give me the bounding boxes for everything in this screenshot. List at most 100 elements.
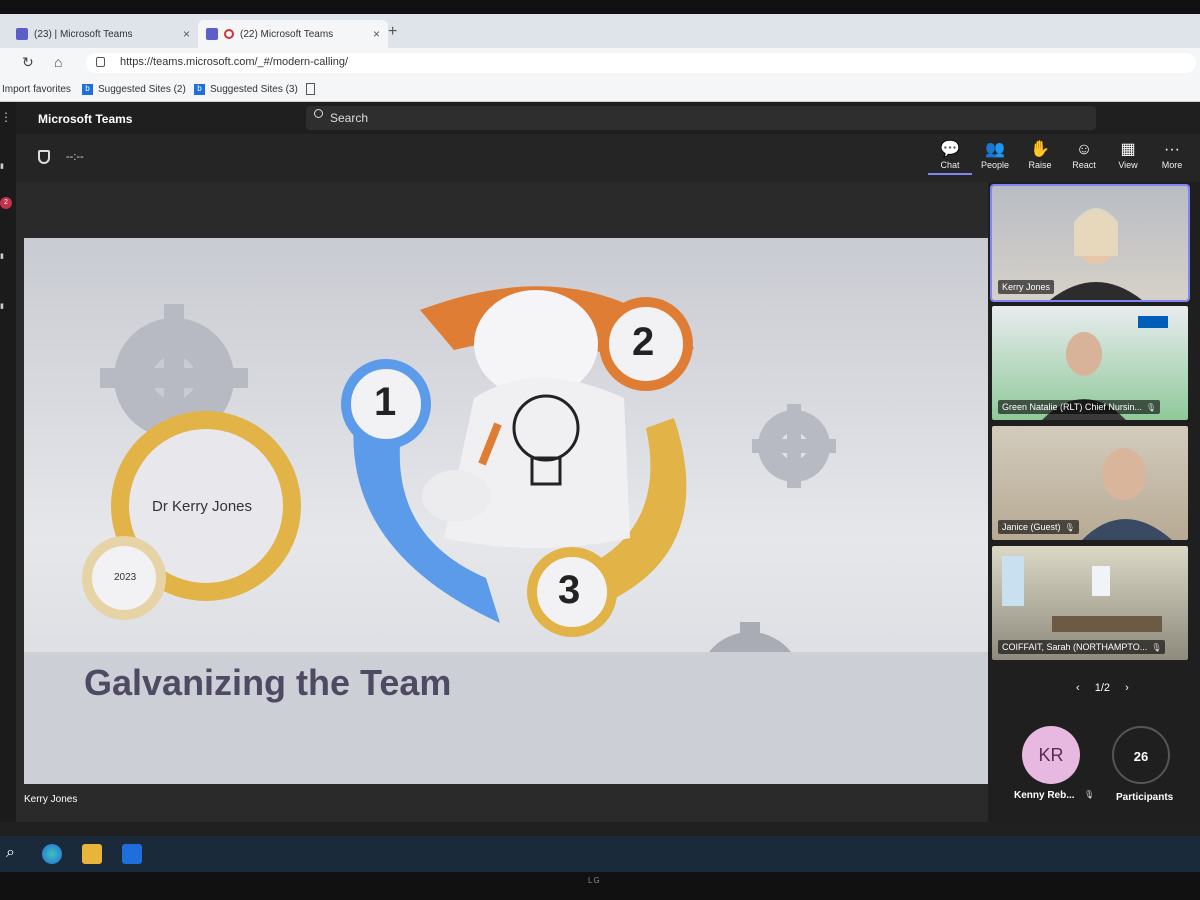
avatar-name: Kenny Reb... bbox=[1014, 790, 1075, 801]
rail-activity-icon[interactable]: ▮ bbox=[0, 162, 4, 170]
people-icon: 👥 bbox=[985, 141, 1005, 158]
meeting-timer: --:-- bbox=[66, 151, 84, 163]
participant-tile[interactable]: Kerry Jones bbox=[990, 184, 1190, 302]
react-button[interactable]: ☺ React bbox=[1062, 140, 1106, 170]
browser-tab-1[interactable]: (23) | Microsoft Teams × bbox=[8, 20, 198, 48]
favorites-bar: Import favorites b Suggested Sites (2) b… bbox=[0, 78, 1200, 102]
search-input[interactable]: Search bbox=[306, 106, 1096, 130]
mic-off-icon: 🎙 bbox=[1145, 403, 1157, 412]
raise-hand-icon: ✋ bbox=[1030, 141, 1050, 158]
mic-off-icon: 🎙 bbox=[1084, 790, 1095, 799]
teams-icon bbox=[206, 28, 218, 40]
search-icon[interactable]: ⌕ bbox=[6, 844, 15, 862]
participant-tile[interactable]: Green Natalie (RLT) Chief Nursin... 🎙 bbox=[992, 306, 1188, 420]
refresh-icon[interactable]: ↻ bbox=[22, 54, 34, 71]
home-icon[interactable]: ⌂ bbox=[54, 54, 62, 70]
tab-close-icon[interactable]: × bbox=[183, 27, 190, 41]
os-taskbar: ⌕ bbox=[0, 836, 1200, 872]
view-button[interactable]: ▦ View bbox=[1106, 140, 1150, 170]
new-tab-button[interactable]: + bbox=[388, 23, 397, 41]
tab-label: (23) | Microsoft Teams bbox=[34, 28, 133, 40]
tab-label: (22) Microsoft Teams bbox=[240, 28, 334, 40]
favorite-import[interactable]: Import favorites bbox=[2, 84, 71, 95]
participant-name: Green Natalie (RLT) Chief Nursin... 🎙 bbox=[998, 400, 1161, 414]
participant-panel: Kerry Jones Green Natalie (RLT) Chief Nu… bbox=[988, 182, 1200, 822]
figure-body bbox=[444, 378, 630, 548]
raise-label: Raise bbox=[1028, 160, 1052, 170]
folder-icon[interactable] bbox=[82, 844, 102, 864]
favorite-suggested-2[interactable]: b Suggested Sites (2) bbox=[82, 84, 186, 95]
presentation-slide: Dr Kerry Jones 2023 1 2 3 Galvanizing th… bbox=[24, 238, 989, 784]
more-icon: ··· bbox=[1164, 141, 1180, 158]
browser-tab-bar: (23) | Microsoft Teams × (22) Microsoft … bbox=[0, 14, 1200, 48]
gallery-pager: ‹ 1/2 › bbox=[1070, 682, 1135, 694]
participant-name-text: Green Natalie (RLT) Chief Nursin... bbox=[1002, 402, 1142, 412]
participant-tile[interactable]: Janice (Guest) 🎙 bbox=[992, 426, 1188, 540]
gear-icon bbox=[752, 404, 836, 488]
react-icon: ☺ bbox=[1075, 141, 1093, 158]
react-label: React bbox=[1072, 160, 1096, 170]
monitor-frame: (23) | Microsoft Teams × (22) Microsoft … bbox=[0, 0, 1200, 900]
participants-label: Participants bbox=[1116, 792, 1174, 803]
more-label: More bbox=[1161, 160, 1183, 170]
address-bar-row: ↻ ⌂ https://teams.microsoft.com/_#/moder… bbox=[0, 48, 1200, 78]
teams-icon bbox=[16, 28, 28, 40]
more-button[interactable]: ··· More bbox=[1150, 140, 1194, 170]
rail-calendar-icon[interactable]: ▮ bbox=[0, 302, 4, 310]
favorite-label: Import favorites bbox=[2, 84, 71, 95]
favorite-label: Suggested Sites (3) bbox=[210, 84, 298, 95]
participant-count[interactable]: 26 bbox=[1112, 726, 1170, 784]
presenter-full-name: Dr Kerry Jones bbox=[152, 498, 253, 515]
people-label: People bbox=[980, 160, 1010, 170]
monitor-logo: LG bbox=[588, 876, 601, 885]
raise-hand-button[interactable]: ✋ Raise bbox=[1018, 140, 1062, 170]
shield-icon[interactable] bbox=[38, 150, 50, 164]
shared-content-stage: Dr Kerry Jones 2023 1 2 3 Galvanizing th… bbox=[16, 182, 989, 822]
page-icon[interactable] bbox=[306, 83, 315, 95]
view-label: View bbox=[1118, 160, 1138, 170]
avatar[interactable]: KR bbox=[1022, 726, 1080, 784]
chat-icon: 💬 bbox=[940, 141, 960, 158]
participant-name: Kerry Jones bbox=[998, 280, 1055, 294]
presenter-label: Kerry Jones bbox=[24, 794, 78, 805]
favorite-suggested-3[interactable]: b Suggested Sites (3) bbox=[194, 84, 298, 95]
chat-label: Chat bbox=[940, 160, 960, 170]
slide-title: Galvanizing the Team bbox=[84, 662, 452, 703]
favorite-label: Suggested Sites (2) bbox=[98, 84, 186, 95]
step-number: 1 bbox=[374, 380, 397, 424]
app-icon[interactable] bbox=[122, 844, 142, 864]
url-field[interactable]: https://teams.microsoft.com/_#/modern-ca… bbox=[86, 53, 1196, 73]
edge-icon[interactable] bbox=[42, 844, 62, 864]
notification-badge: 2 bbox=[0, 197, 12, 209]
bing-icon: b bbox=[82, 84, 93, 95]
more-dots-icon[interactable]: ⋮ bbox=[0, 110, 12, 124]
lock-icon[interactable] bbox=[96, 57, 105, 67]
mic-off-icon: 🎙 bbox=[1151, 643, 1162, 652]
rail-teams-icon[interactable]: ▮ bbox=[0, 252, 4, 260]
meeting-toolbar: --:-- 💬 Chat 👥 People ✋ Raise ☺ React ▦ … bbox=[16, 134, 1200, 182]
tab-close-icon[interactable]: × bbox=[373, 27, 380, 41]
mic-off-icon: 🎙 bbox=[1064, 523, 1075, 532]
teams-header: Microsoft Teams Search bbox=[0, 102, 1200, 134]
search-icon bbox=[314, 109, 323, 118]
bing-icon: b bbox=[194, 84, 205, 95]
recording-icon bbox=[224, 29, 234, 39]
participant-name: COIFFAIT, Sarah (NORTHAMPTO... 🎙 bbox=[998, 640, 1166, 654]
people-button[interactable]: 👥 People bbox=[973, 140, 1017, 170]
screen: (23) | Microsoft Teams × (22) Microsoft … bbox=[0, 14, 1200, 872]
participant-name: Janice (Guest) 🎙 bbox=[998, 520, 1079, 534]
chevron-left-icon[interactable]: ‹ bbox=[1076, 682, 1080, 694]
page-indicator: 1/2 bbox=[1094, 682, 1111, 694]
chat-button[interactable]: 💬 Chat bbox=[928, 140, 972, 175]
left-rail: ⋮ ▮ 2 ▮ ▮ bbox=[0, 102, 16, 822]
participant-name-text: Janice (Guest) bbox=[1002, 522, 1061, 532]
app-title: Microsoft Teams bbox=[38, 112, 133, 126]
step-number: 3 bbox=[558, 568, 581, 612]
step-number: 2 bbox=[632, 320, 655, 364]
browser-tab-2[interactable]: (22) Microsoft Teams × bbox=[198, 20, 388, 48]
participant-name-text: COIFFAIT, Sarah (NORTHAMPTO... bbox=[1002, 642, 1148, 652]
chevron-right-icon[interactable]: › bbox=[1125, 682, 1129, 694]
view-grid-icon: ▦ bbox=[1120, 141, 1136, 158]
participant-tile[interactable]: COIFFAIT, Sarah (NORTHAMPTO... 🎙 bbox=[992, 546, 1188, 660]
figure-hand bbox=[422, 470, 490, 522]
